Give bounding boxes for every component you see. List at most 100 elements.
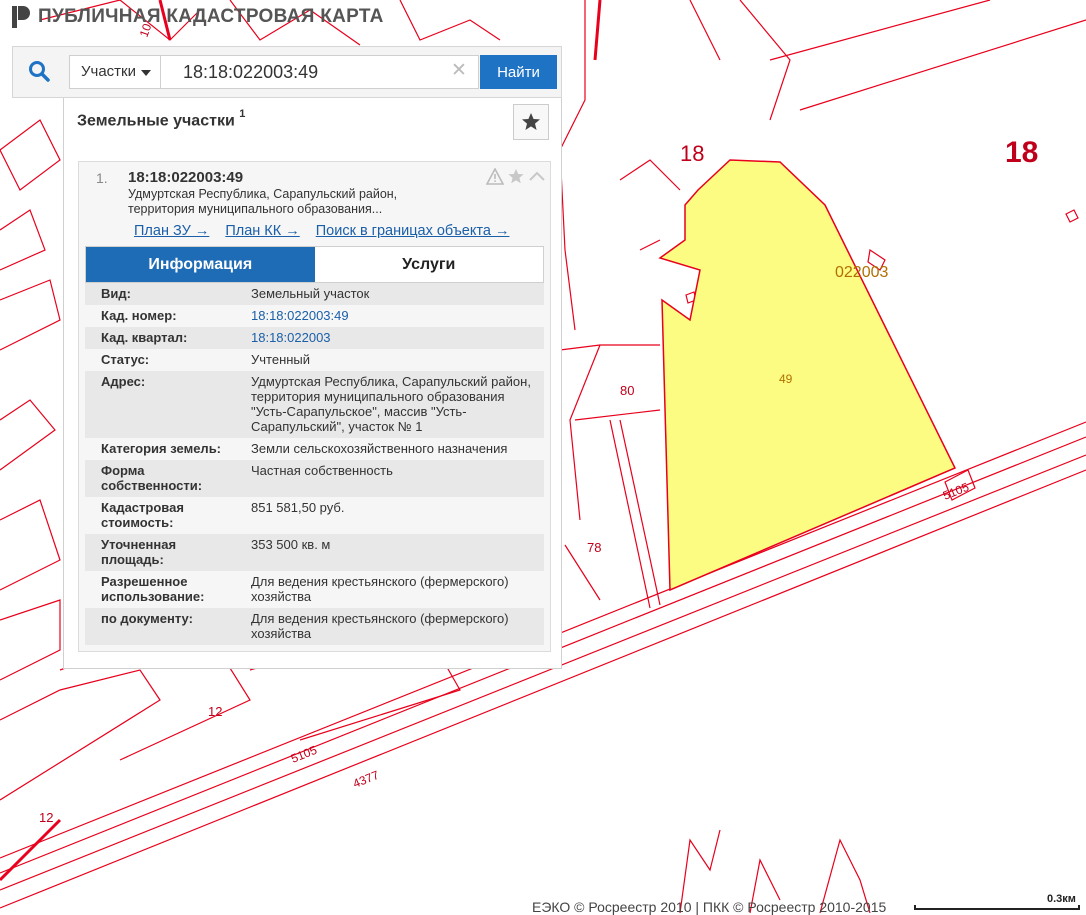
parcel-boundary (574, 409, 661, 421)
parcel-boundary (0, 279, 61, 351)
parcel-boundary (0, 119, 61, 191)
info-row: Кадастровая стоимость: 851 581,50 руб. (85, 497, 544, 534)
map-label-parcel: 78 (587, 540, 601, 555)
info-row: Статус: Учтенный (85, 349, 544, 371)
parcel-boundary (399, 0, 501, 41)
logo-text: ПУБЛИЧНАЯ КАДАСТРОВАЯ КАРТА (38, 6, 384, 27)
scale-label: 0.3км (1047, 893, 1076, 905)
info-label: Форма собственности: (101, 463, 203, 493)
info-label: Категория земель: (101, 441, 222, 456)
info-value: 851 581,50 руб. (251, 500, 345, 515)
map-label-parcel: 80 (620, 383, 634, 398)
search-in-bounds-link[interactable]: Поиск в границах объекта → (316, 223, 510, 239)
info-row: Адрес: Удмуртская Республика, Сарапульски… (85, 371, 544, 438)
result-address: Удмуртская Республика, Сарапульский райо… (128, 187, 458, 217)
parcel-boundary (0, 599, 61, 681)
parcel-boundary (619, 159, 681, 191)
info-row: Уточненная площадь: 353 500 кв. м (85, 534, 544, 571)
info-value: 353 500 кв. м (251, 537, 331, 552)
info-label: Кад. квартал: (101, 330, 188, 345)
result-address-line: территория муниципального образования... (128, 202, 383, 216)
district-boundary (0, 818, 62, 882)
search-type-value: Участки (81, 63, 136, 80)
parcel-boundary (559, 344, 660, 351)
info-table: Вид: Земельный участок Кад. номер: 18:18:02… (85, 283, 544, 645)
star-icon (522, 113, 540, 130)
favorites-button[interactable] (513, 104, 549, 140)
info-label: по документу: (101, 611, 193, 626)
info-label: Вид: (101, 286, 131, 301)
tab-services[interactable]: Услуги (314, 247, 543, 282)
parcel-boundary (619, 419, 661, 606)
search-type-select[interactable]: Участки (69, 55, 161, 89)
district-boundary (593, 0, 602, 61)
info-value: Для ведения крестьянского (фермерского) … (251, 574, 509, 604)
parcel-boundary (689, 0, 721, 61)
parcel-boundary (569, 344, 601, 521)
parcel-boundary (609, 419, 651, 609)
find-button[interactable]: Найти (480, 55, 557, 89)
results-title-text: Земельные участки (77, 112, 235, 130)
result-address-line: Удмуртская Республика, Сарапульский райо… (128, 187, 398, 201)
info-row: Форма собственности: Частная собственност… (85, 460, 544, 497)
map-label-road: 5105 (289, 743, 319, 766)
rosreestr-logo-icon (12, 6, 30, 28)
chevron-up-icon[interactable] (528, 168, 546, 185)
plan-kk-link[interactable]: План КК → (225, 223, 299, 239)
info-label: Статус: (101, 352, 150, 367)
info-label: Разрешенное использование: (101, 574, 205, 604)
result-card[interactable]: 1. 18:18:022003:49 Удмуртская Республика… (78, 161, 551, 652)
chevron-down-icon (141, 70, 151, 76)
parcel-boundary (0, 499, 61, 591)
result-actions (486, 168, 546, 185)
info-row: Кад. номер: 18:18:022003:49 (85, 305, 544, 327)
info-row: по документу: Для ведения крестьянского (… (85, 608, 544, 645)
star-icon[interactable] (507, 168, 525, 185)
parcel-boundary (1065, 209, 1079, 223)
logo[interactable]: ПУБЛИЧНАЯ КАДАСТРОВАЯ КАРТА (12, 6, 384, 28)
parcel-boundary (0, 209, 46, 271)
result-cad-number[interactable]: 18:18:022003:49 (128, 169, 243, 186)
parcel-boundary (769, 0, 991, 61)
map-label-parcel: 49 (779, 372, 793, 386)
map-label-parcel: 12 (39, 810, 53, 825)
search-input[interactable] (161, 55, 479, 89)
result-number: 1. (96, 170, 108, 186)
parcel-boundary (639, 239, 661, 251)
plan-zu-link[interactable]: План ЗУ → (134, 223, 209, 239)
result-links: План ЗУ → План КК → Поиск в границах объ… (134, 223, 509, 239)
info-value: Учтенный (251, 352, 311, 367)
map-label-parcel: 12 (208, 704, 222, 719)
parcel-boundary (0, 669, 161, 801)
info-label: Кадастровая стоимость: (101, 500, 184, 530)
parcel-boundary (799, 19, 1086, 111)
info-row: Вид: Земельный участок (85, 283, 544, 305)
info-row: Разрешенное использование: Для ведения кр… (85, 571, 544, 608)
info-value: Частная собственность (251, 463, 393, 478)
clear-icon[interactable]: ✕ (451, 61, 467, 81)
info-value[interactable]: 18:18:022003:49 (235, 308, 544, 323)
scale-bar (914, 905, 1080, 910)
info-label: Уточненная площадь: (101, 537, 177, 567)
info-label: Кад. номер: (101, 308, 177, 323)
search-bar: Участки ✕ Найти (12, 46, 562, 98)
results-panel: Земельные участки 1 1. 18:18:022003:49 У… (63, 98, 562, 669)
info-value: Земли сельскохозяйственного назначения (251, 441, 508, 456)
info-row: Кад. квартал: 18:18:022003 (85, 327, 544, 349)
map-label-quarter: 022003 (835, 264, 888, 281)
result-tabs: Информация Услуги (85, 246, 544, 283)
parcel-boundary (739, 0, 791, 121)
parcel-boundary (559, 0, 586, 331)
info-value: Земельный участок (251, 286, 370, 301)
tab-information[interactable]: Информация (86, 247, 315, 282)
info-row: Категория земель: Земли сельскохозяйствен… (85, 438, 544, 460)
warning-icon[interactable] (486, 168, 504, 185)
results-title: Земельные участки 1 (77, 108, 245, 130)
parcel-boundary (0, 399, 56, 471)
map-label-district: 18 (680, 141, 704, 166)
search-icon[interactable] (27, 59, 51, 83)
info-label: Адрес: (101, 374, 146, 389)
map-label-district: 18 (1005, 136, 1038, 169)
info-value[interactable]: 18:18:022003 (235, 330, 544, 345)
info-value: Удмуртская Республика, Сарапульский райо… (251, 374, 531, 434)
